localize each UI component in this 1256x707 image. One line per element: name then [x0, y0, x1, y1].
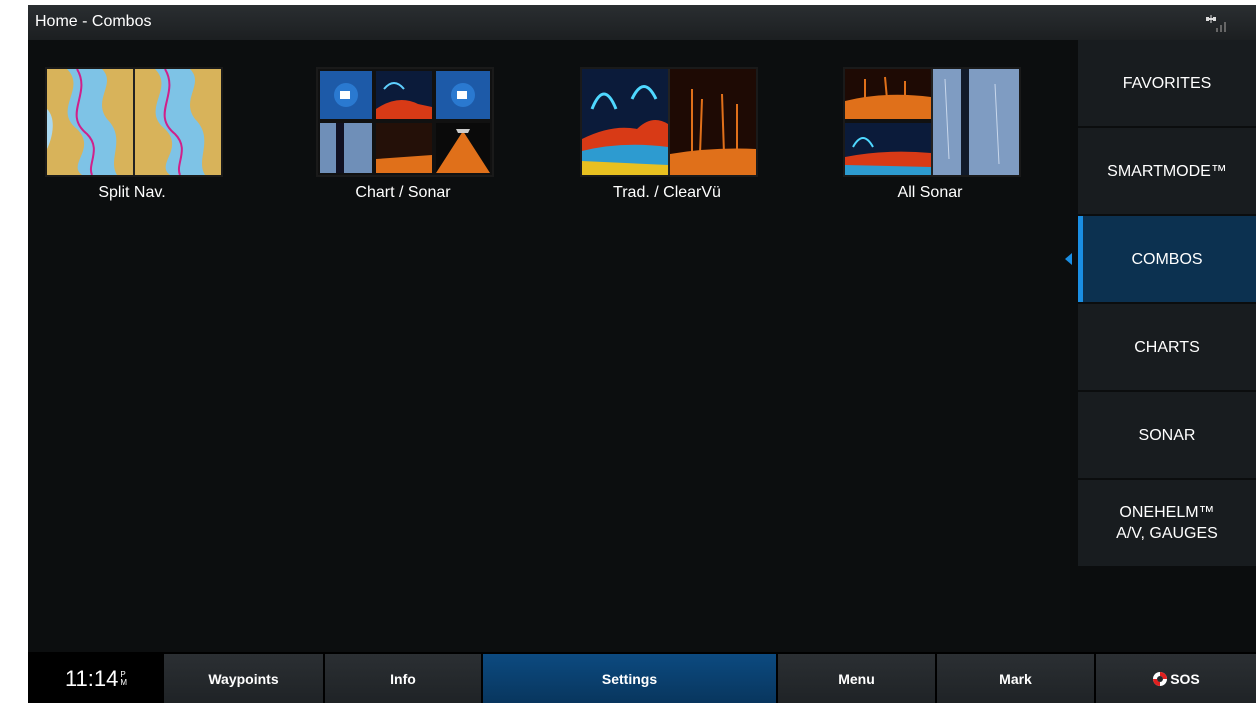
sidebar-item-onehelm[interactable]: ONEHELM™ A/V, GAUGES [1078, 480, 1256, 566]
combo-label: Split Nav. [98, 184, 166, 201]
split-nav-thumbnail [45, 67, 223, 177]
sos-label: SOS [1170, 670, 1200, 687]
combo-label: Chart / Sonar [355, 184, 451, 201]
all-sonar-thumbnail [843, 67, 1021, 177]
sidebar-item-combos[interactable]: COMBOS [1065, 216, 1256, 302]
sidebar-item-favorites[interactable]: FAVORITES [1078, 40, 1256, 126]
clock-ampm: PM [120, 669, 128, 687]
sidebar-item-sonar[interactable]: SONAR [1078, 392, 1256, 478]
waypoints-button[interactable]: Waypoints [164, 654, 325, 703]
menu-button[interactable]: Menu [778, 654, 937, 703]
clock: 11:14 PM [28, 654, 164, 703]
info-button[interactable]: Info [325, 654, 483, 703]
sidebar-item-smartmode[interactable]: SMARTMODE™ [1078, 128, 1256, 214]
trad-clearvu-thumbnail [580, 67, 758, 177]
combo-tile-split-nav[interactable]: Split Nav. [42, 67, 223, 207]
mark-button[interactable]: Mark [937, 654, 1096, 703]
combo-label: All Sonar [897, 184, 963, 201]
combo-tile-trad-clearvu[interactable]: Trad. / ClearVü [577, 67, 758, 207]
sidebar-item-charts[interactable]: CHARTS [1078, 304, 1256, 390]
combo-tile-chart-sonar[interactable]: Chart / Sonar [313, 67, 494, 207]
combo-label: Trad. / ClearVü [613, 184, 721, 201]
gps-signal-icon [1204, 14, 1230, 34]
lifebuoy-icon [1152, 671, 1168, 687]
combo-tile-all-sonar[interactable]: All Sonar [840, 67, 1021, 207]
clock-time: 11:14 [64, 665, 119, 691]
screen: Home - Combos Split Nav. Chart / Sonar T… [28, 5, 1256, 703]
sos-button[interactable]: SOS [1096, 654, 1256, 703]
chart-sonar-thumbnail [316, 67, 494, 177]
page-title: Home - Combos [35, 13, 152, 30]
settings-button[interactable]: Settings [483, 654, 778, 703]
bottom-bar: 11:14 PM Waypoints Info Settings Menu Ma… [28, 652, 1256, 703]
combos-grid: Split Nav. Chart / Sonar Trad. / ClearVü… [28, 40, 1070, 652]
category-sidebar: FAVORITES SMARTMODE™ COMBOS CHARTS SONAR… [1065, 40, 1256, 652]
title-bar: Home - Combos [28, 5, 1256, 40]
